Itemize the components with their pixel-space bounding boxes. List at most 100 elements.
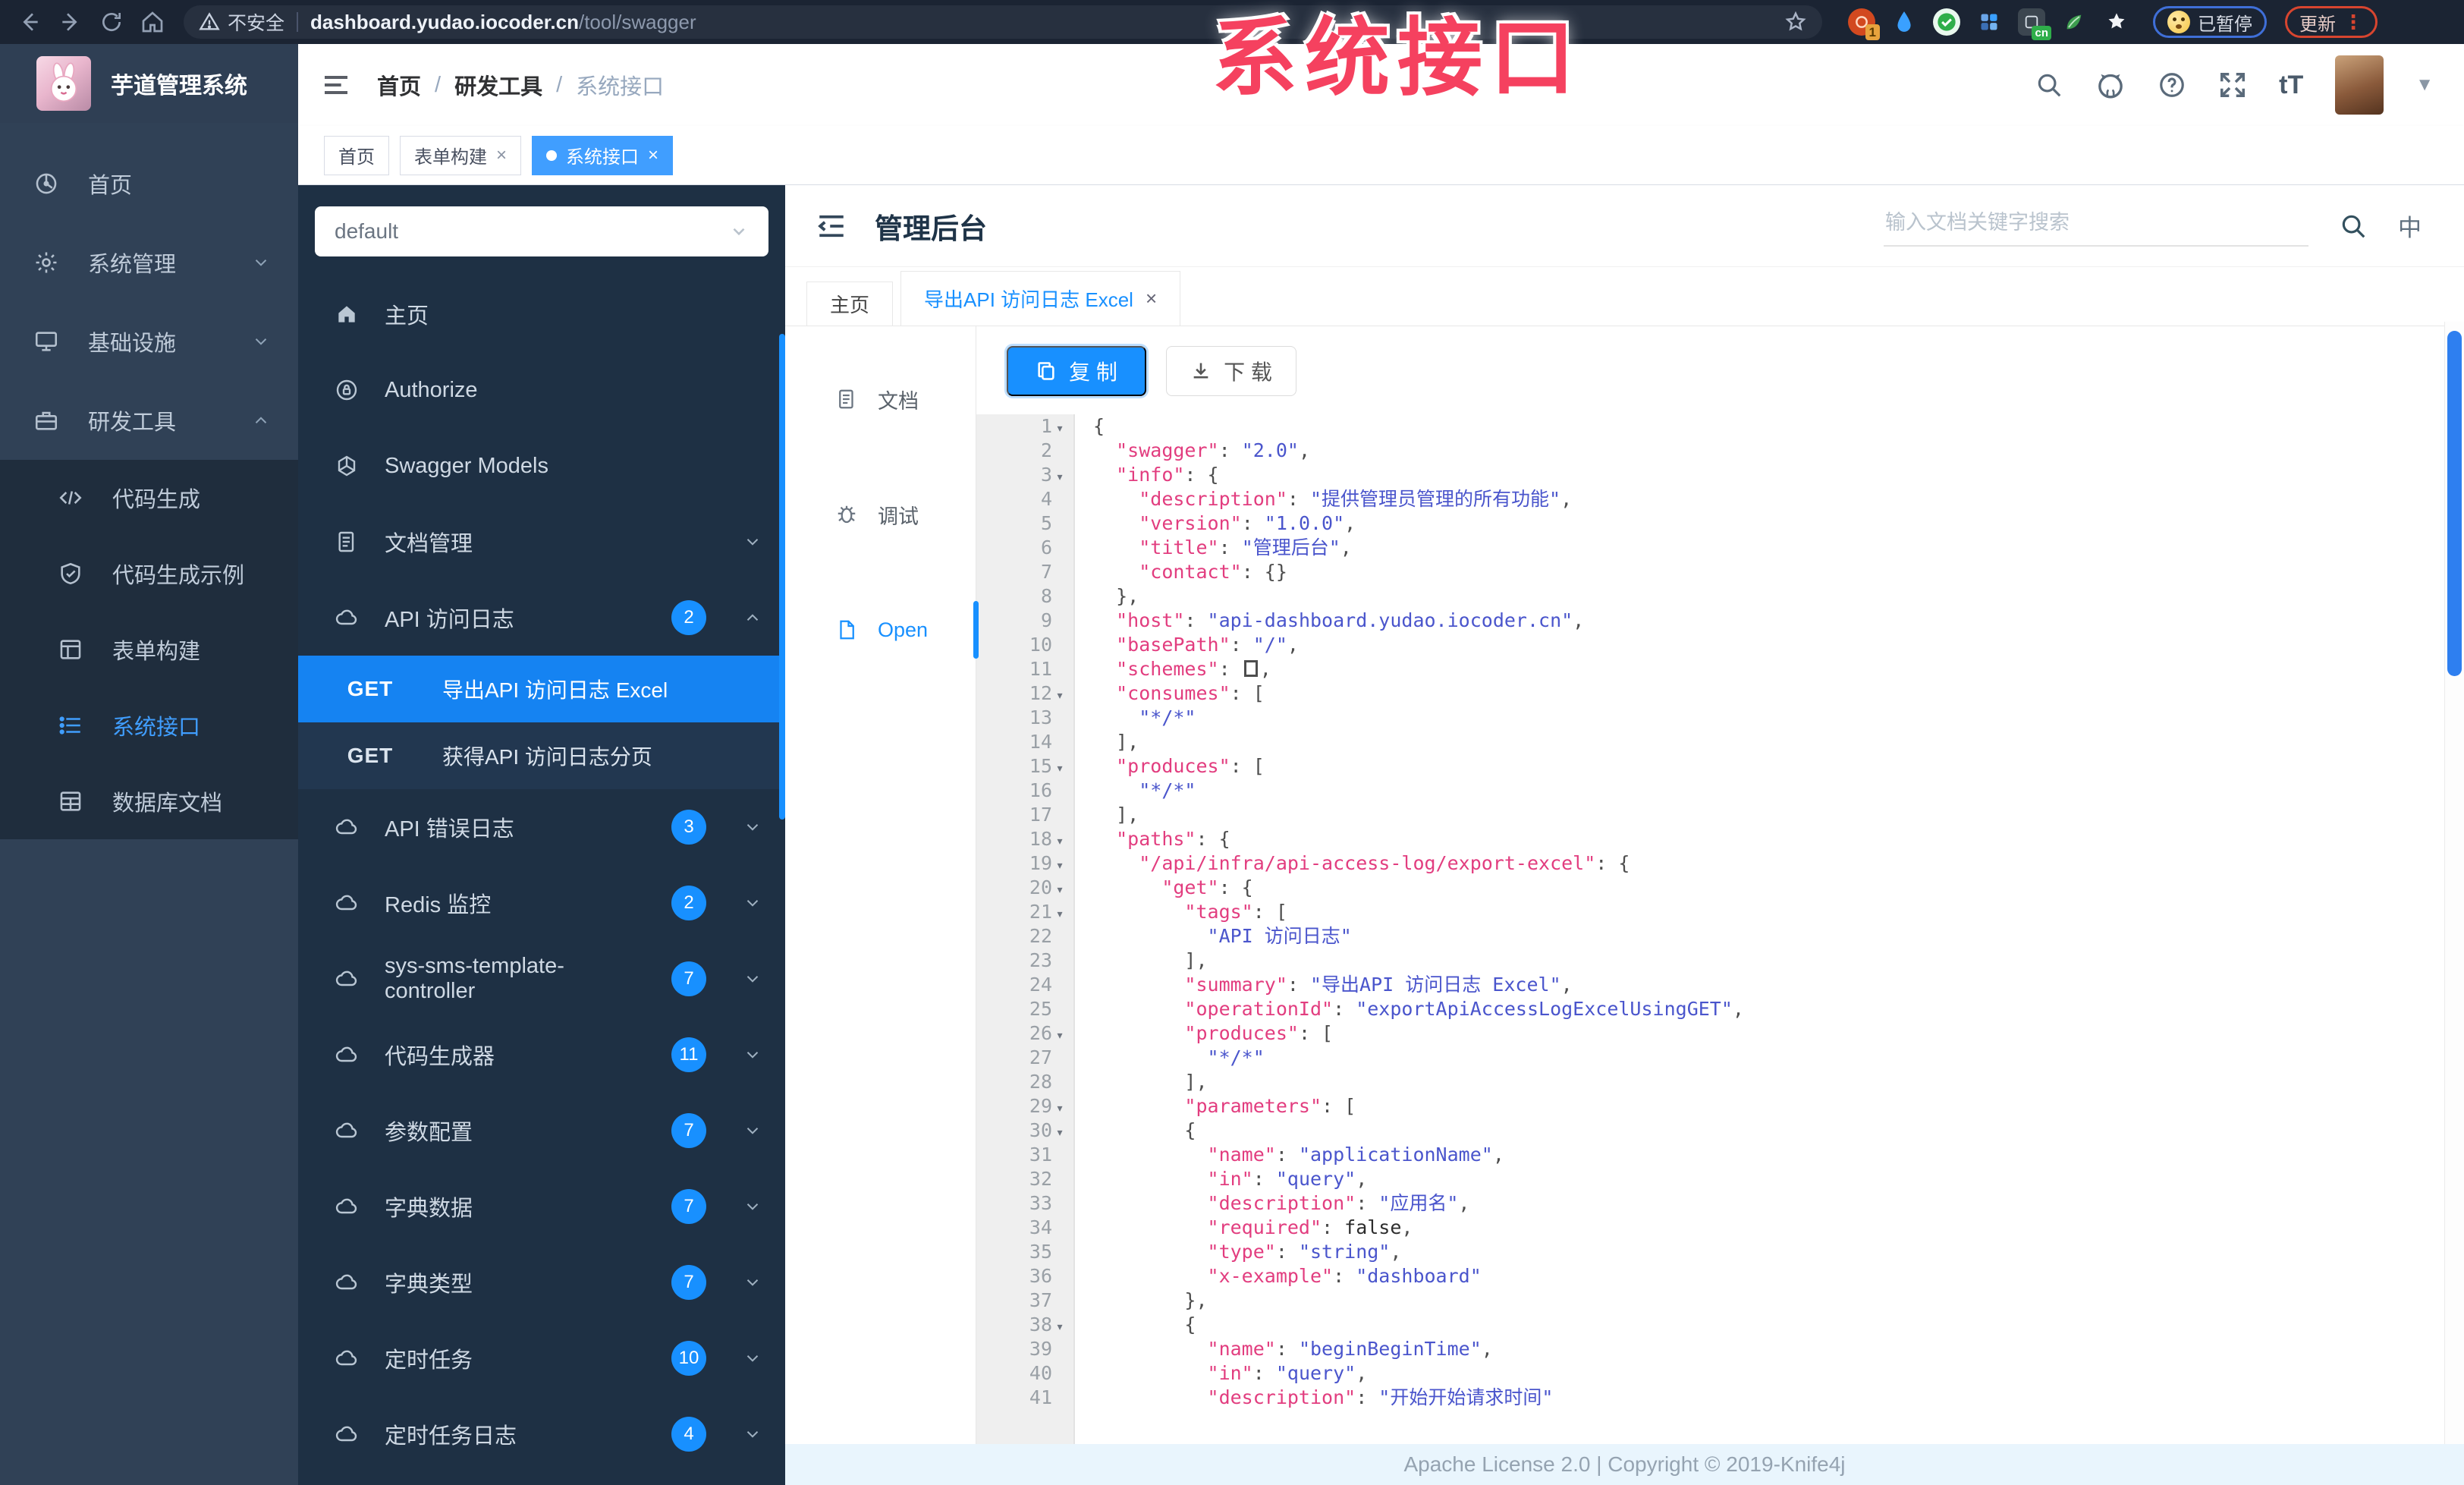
sidebar-item-研发工具[interactable]: 研发工具	[0, 381, 298, 460]
font-size-icon[interactable]: tT	[2279, 71, 2303, 100]
main-scrollbar-thumb[interactable]	[2447, 331, 2462, 676]
ext-orange-icon[interactable]: 1	[1848, 8, 1880, 40]
toolbox-icon	[33, 407, 59, 433]
user-menu-caret-icon[interactable]: ▼	[2415, 74, 2434, 96]
swagger-nav-岗位[interactable]: 岗位	[298, 1472, 785, 1485]
swagger-nav-Authorize[interactable]: Authorize	[298, 352, 785, 428]
swagger-nav-API 访问日志[interactable]: API 访问日志 2	[298, 580, 785, 656]
tab-首页[interactable]: 首页	[324, 135, 389, 175]
swagger-nav-参数配置[interactable]: 参数配置 7	[298, 1093, 785, 1169]
help-icon[interactable]	[2158, 71, 2186, 99]
sidebar-item-表单构建[interactable]: 表单构建	[0, 612, 298, 687]
sidebar-item-首页[interactable]: 首页	[0, 144, 298, 223]
sidebar-item-系统接口[interactable]: 系统接口	[0, 687, 298, 763]
ext-leaf-icon[interactable]	[2060, 8, 2088, 36]
swagger-nav-文档管理[interactable]: 文档管理	[298, 504, 785, 580]
download-button[interactable]: 下 载	[1166, 346, 1296, 396]
browser-back-button[interactable]	[12, 5, 47, 39]
copy-button[interactable]: 复 制	[1007, 346, 1146, 396]
tab-close-icon[interactable]: ×	[648, 145, 658, 166]
rail-item-调试[interactable]: 调试	[785, 492, 976, 537]
user-avatar[interactable]	[2335, 55, 2384, 115]
rail-item-文档[interactable]: 文档	[785, 376, 976, 422]
profile-paused-pill[interactable]: 已暂停	[2153, 6, 2267, 38]
line-number: 30 ▾	[976, 1118, 1073, 1143]
fold-arrow-icon: ▾	[1055, 760, 1064, 776]
sidebar-menu: 首页 系统管理 基础设施 研发工具 代码生成代码生成示例表单构建 系统接口 数据库文档	[0, 123, 298, 1485]
ext-green-check-icon[interactable]	[1933, 8, 1960, 36]
github-icon[interactable]	[2095, 70, 2126, 100]
browser-update-pill[interactable]: 更新 ⋮	[2285, 6, 2378, 38]
ext-grid-icon[interactable]	[1975, 8, 2003, 36]
tab-close-icon[interactable]: ×	[496, 145, 507, 166]
language-switch-icon[interactable]: 中	[2398, 209, 2422, 243]
fullscreen-icon[interactable]	[2218, 71, 2247, 99]
swagger-nav-字典类型[interactable]: 字典类型 7	[298, 1244, 785, 1320]
sidebar-item-系统管理[interactable]: 系统管理	[0, 223, 298, 302]
chevron-up-icon	[251, 411, 271, 430]
sidebar-item-label: 代码生成示例	[112, 564, 245, 588]
hamburger-icon[interactable]	[321, 70, 351, 100]
url-host[interactable]: dashboard.yudao.iocoder.cn	[310, 11, 579, 34]
doc-tab-close-icon[interactable]: ×	[1146, 287, 1157, 310]
browser-menu-icon[interactable]: ⋮	[2343, 11, 2363, 34]
code-text: "swagger": "2.0",	[1116, 439, 1311, 461]
main-scrollbar[interactable]	[2444, 322, 2464, 1444]
sidebar-item-数据库文档[interactable]: 数据库文档	[0, 763, 298, 839]
sidebar-item-代码生成示例[interactable]: 代码生成示例	[0, 536, 298, 612]
url-path[interactable]: /tool/swagger	[579, 11, 696, 34]
bookmark-star-icon[interactable]	[1784, 11, 1807, 33]
ext-star-white-icon[interactable]	[2103, 8, 2130, 36]
search-icon[interactable]	[2035, 71, 2063, 99]
app-logo[interactable]: 芋道管理系统	[0, 44, 298, 123]
swagger-nav-定时任务[interactable]: 定时任务 10	[298, 1320, 785, 1396]
chevron-down-icon	[743, 1424, 762, 1444]
code-line: 2 "swagger": "2.0",	[976, 439, 2464, 463]
api-operation-获得API 访问日志分页[interactable]: GET 获得API 访问日志分页	[298, 722, 785, 789]
rail-item-label: Open	[878, 618, 929, 641]
tab-系统接口[interactable]: 系统接口 ×	[532, 135, 674, 175]
copy-button-label: 复 制	[1069, 360, 1117, 384]
browser-reload-button[interactable]	[94, 5, 129, 39]
swagger-nav-Swagger Models[interactable]: Swagger Models	[298, 428, 785, 504]
line-number: 14	[1029, 731, 1052, 753]
doc-tab-主页[interactable]: 主页	[806, 282, 894, 326]
breadcrumb-item[interactable]: 首页	[377, 69, 421, 101]
security-label[interactable]: 不安全	[228, 8, 284, 36]
breadcrumb-separator: /	[556, 72, 563, 97]
collapse-menu-icon[interactable]	[816, 210, 847, 242]
swagger-nav-字典数据[interactable]: 字典数据 7	[298, 1169, 785, 1244]
browser-home-button[interactable]	[135, 5, 170, 39]
line-number: 36	[1029, 1265, 1052, 1287]
code-line: 32 "in": "query",	[976, 1167, 2464, 1191]
code-text: "description": "应用名",	[1207, 1192, 1470, 1214]
breadcrumb-item[interactable]: 研发工具	[454, 69, 542, 101]
code-line: 18 ▾ "paths": {	[976, 827, 2464, 851]
swagger-nav-主页[interactable]: 主页	[298, 276, 785, 352]
swagger-nav-Redis 监控[interactable]: Redis 监控 2	[298, 865, 785, 941]
ext-drop-icon[interactable]	[1890, 8, 1918, 36]
json-code-editor[interactable]: 1 ▾{2 "swagger": "2.0", 3 ▾ "info": {4 "des…	[976, 414, 2464, 1485]
line-number: 28	[1029, 1071, 1052, 1093]
swagger-scrollbar[interactable]	[779, 334, 785, 820]
tab-表单构建[interactable]: 表单构建 ×	[400, 135, 522, 175]
sidebar-item-代码生成[interactable]: 代码生成	[0, 460, 298, 536]
doc-tab-导出API 访问日志 Excel[interactable]: 导出API 访问日志 Excel ×	[900, 271, 1181, 326]
tab-label: 表单构建	[414, 147, 487, 168]
doc-search-input[interactable]	[1884, 205, 2308, 247]
code-line: 29 ▾ "parameters": [	[976, 1094, 2464, 1118]
sidebar-item-基础设施[interactable]: 基础设施	[0, 302, 298, 381]
browser-forward-button[interactable]	[53, 5, 88, 39]
swagger-nav-sys-sms-template-controller[interactable]: sys-sms-template-controller 7	[298, 941, 785, 1017]
ext-cn-translate-icon[interactable]: cn	[2018, 8, 2051, 40]
api-group-select[interactable]: default	[315, 206, 768, 256]
doc-search-icon[interactable]	[2339, 212, 2368, 241]
rail-item-Open[interactable]: Open	[785, 601, 979, 659]
swagger-nav-API 错误日志[interactable]: API 错误日志 3	[298, 789, 785, 865]
swagger-nav-代码生成器[interactable]: 代码生成器 11	[298, 1017, 785, 1093]
fold-arrow-icon: ▾	[1055, 1027, 1064, 1043]
api-operation-导出API 访问日志 Excel[interactable]: GET 导出API 访问日志 Excel	[298, 656, 785, 722]
line-number: 29 ▾	[976, 1094, 1073, 1118]
swagger-nav-定时任务日志[interactable]: 定时任务日志 4	[298, 1396, 785, 1472]
swagger-nav-label: 文档管理	[385, 532, 473, 556]
